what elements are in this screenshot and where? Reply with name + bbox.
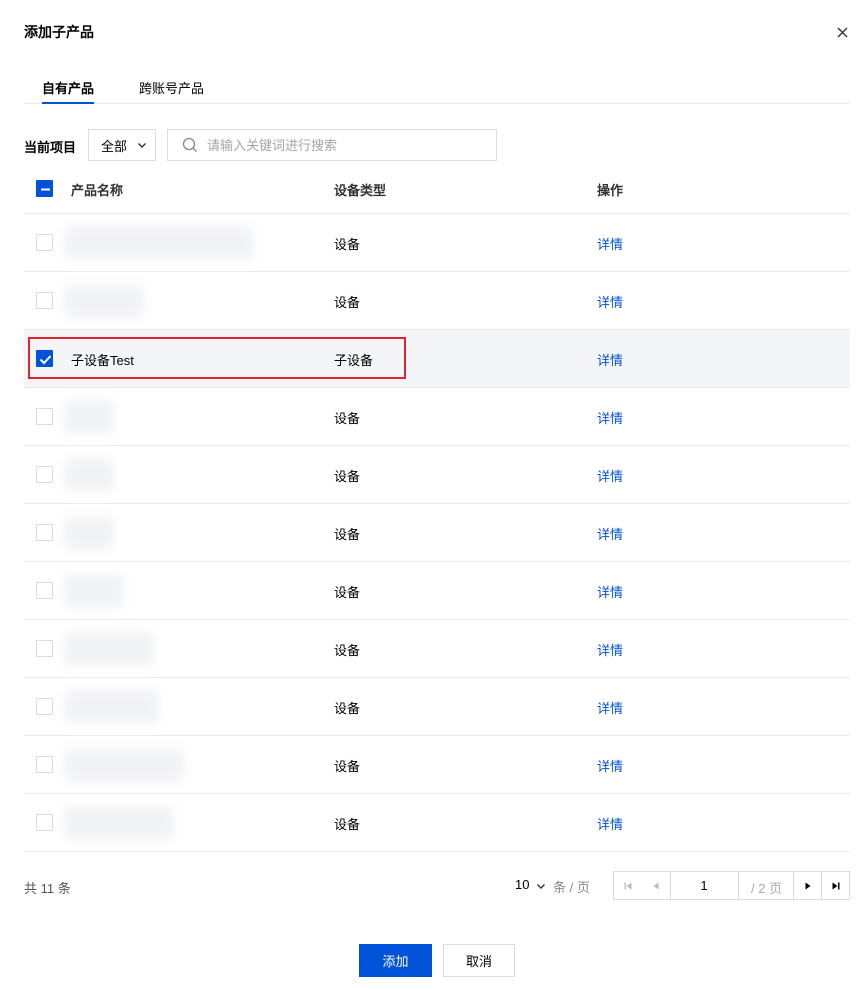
check-icon xyxy=(39,355,52,365)
redacted-name xyxy=(64,458,114,492)
row-checkbox[interactable] xyxy=(36,408,53,425)
column-header-actions: 操作 xyxy=(597,183,624,198)
next-page-button[interactable] xyxy=(794,872,822,899)
details-link[interactable]: 详情 xyxy=(597,814,623,833)
table-row: 设备 详情 xyxy=(24,736,850,794)
redacted-name xyxy=(64,806,174,840)
column-header-device-type: 设备类型 xyxy=(334,183,387,198)
redacted-name xyxy=(64,516,114,550)
last-page-icon xyxy=(832,882,840,889)
pager-divider xyxy=(738,872,739,899)
cancel-button[interactable]: 取消 xyxy=(443,944,515,977)
minus-icon xyxy=(41,188,50,191)
search-icon xyxy=(182,137,197,152)
tab-own-products[interactable]: 自有产品 xyxy=(42,78,95,104)
total-pages: / 2 页 xyxy=(751,881,783,896)
table-row: 设备 详情 xyxy=(24,272,850,330)
details-link[interactable]: 详情 xyxy=(597,466,623,485)
redacted-name xyxy=(64,284,144,318)
device-type-cell: 设备 xyxy=(334,411,361,426)
details-link[interactable]: 详情 xyxy=(597,292,623,311)
select-all-checkbox[interactable] xyxy=(36,180,53,197)
redacted-name xyxy=(64,226,254,260)
redacted-name xyxy=(64,748,184,782)
details-link[interactable]: 详情 xyxy=(597,234,623,253)
page-size-value: 10 xyxy=(515,877,530,892)
product-name-cell: 子设备Test xyxy=(71,353,134,368)
table-row: 设备 详情 xyxy=(24,504,850,562)
add-button[interactable]: 添加 xyxy=(359,944,432,977)
table-row: 设备 详情 xyxy=(24,678,850,736)
redacted-name xyxy=(64,690,159,724)
table-row: 设备 详情 xyxy=(24,446,850,504)
redacted-name xyxy=(64,400,114,434)
last-page-button[interactable] xyxy=(822,872,850,899)
device-type-cell: 设备 xyxy=(334,585,361,600)
redacted-name xyxy=(64,632,154,666)
total-count: 共 11 条 xyxy=(24,881,71,896)
product-table: 产品名称 设备类型 操作 设备 详情 设备 详情 子设备Test 子设备 详情 xyxy=(24,164,850,852)
chevron-down-icon xyxy=(138,143,146,148)
close-button[interactable] xyxy=(830,22,854,42)
table-row: 设备 详情 xyxy=(24,620,850,678)
page-number-input[interactable] xyxy=(670,872,738,899)
row-checkbox[interactable] xyxy=(36,466,53,483)
row-checkbox[interactable] xyxy=(36,756,53,773)
device-type-cell: 设备 xyxy=(334,643,361,658)
project-select-value: 全部 xyxy=(101,138,128,154)
device-type-cell: 设备 xyxy=(334,237,361,252)
search-input[interactable] xyxy=(207,137,487,153)
device-type-cell: 设备 xyxy=(334,817,361,832)
table-row: 设备 详情 xyxy=(24,562,850,620)
row-checkbox[interactable] xyxy=(36,234,53,251)
first-page-button[interactable] xyxy=(614,872,642,899)
details-link[interactable]: 详情 xyxy=(597,350,623,369)
next-page-icon xyxy=(805,882,811,889)
details-link[interactable]: 详情 xyxy=(597,524,623,543)
table-row: 子设备Test 子设备 详情 xyxy=(24,330,850,388)
search-box xyxy=(167,129,497,161)
row-checkbox[interactable] xyxy=(36,640,53,657)
details-link[interactable]: 详情 xyxy=(597,756,623,775)
device-type-cell: 设备 xyxy=(334,701,361,716)
device-type-cell: 设备 xyxy=(334,527,361,542)
close-icon xyxy=(837,27,847,37)
device-type-cell: 设备 xyxy=(334,759,361,774)
prev-page-button[interactable] xyxy=(642,872,670,899)
details-link[interactable]: 详情 xyxy=(597,698,623,717)
details-link[interactable]: 详情 xyxy=(597,640,623,659)
prev-page-icon xyxy=(653,882,659,889)
project-filter-label: 当前项目 xyxy=(24,140,77,155)
table-row: 设备 详情 xyxy=(24,214,850,272)
row-checkbox[interactable] xyxy=(36,814,53,831)
redacted-name xyxy=(64,574,124,608)
device-type-cell: 设备 xyxy=(334,469,361,484)
device-type-cell: 子设备 xyxy=(334,353,374,368)
page-size-select[interactable]: 10 xyxy=(515,877,546,892)
row-checkbox[interactable] xyxy=(36,350,53,367)
row-checkbox[interactable] xyxy=(36,292,53,309)
row-checkbox[interactable] xyxy=(36,524,53,541)
details-link[interactable]: 详情 xyxy=(597,582,623,601)
table-row: 设备 详情 xyxy=(24,388,850,446)
page-size-unit: 条 / 页 xyxy=(553,880,590,895)
tab-bar: 自有产品 跨账号产品 xyxy=(24,78,850,104)
details-link[interactable]: 详情 xyxy=(597,408,623,427)
device-type-cell: 设备 xyxy=(334,295,361,310)
chevron-down-icon xyxy=(537,883,546,889)
project-select[interactable]: 全部 xyxy=(88,129,156,161)
table-row: 设备 详情 xyxy=(24,794,850,852)
tab-cross-account-products[interactable]: 跨账号产品 xyxy=(139,78,204,104)
dialog-title: 添加子产品 xyxy=(24,24,94,40)
first-page-icon xyxy=(624,882,632,889)
pagination-control: / 2 页 xyxy=(613,871,850,900)
row-checkbox[interactable] xyxy=(36,698,53,715)
row-checkbox[interactable] xyxy=(36,582,53,599)
column-header-product-name: 产品名称 xyxy=(71,183,124,198)
table-header: 产品名称 设备类型 操作 xyxy=(24,164,850,214)
